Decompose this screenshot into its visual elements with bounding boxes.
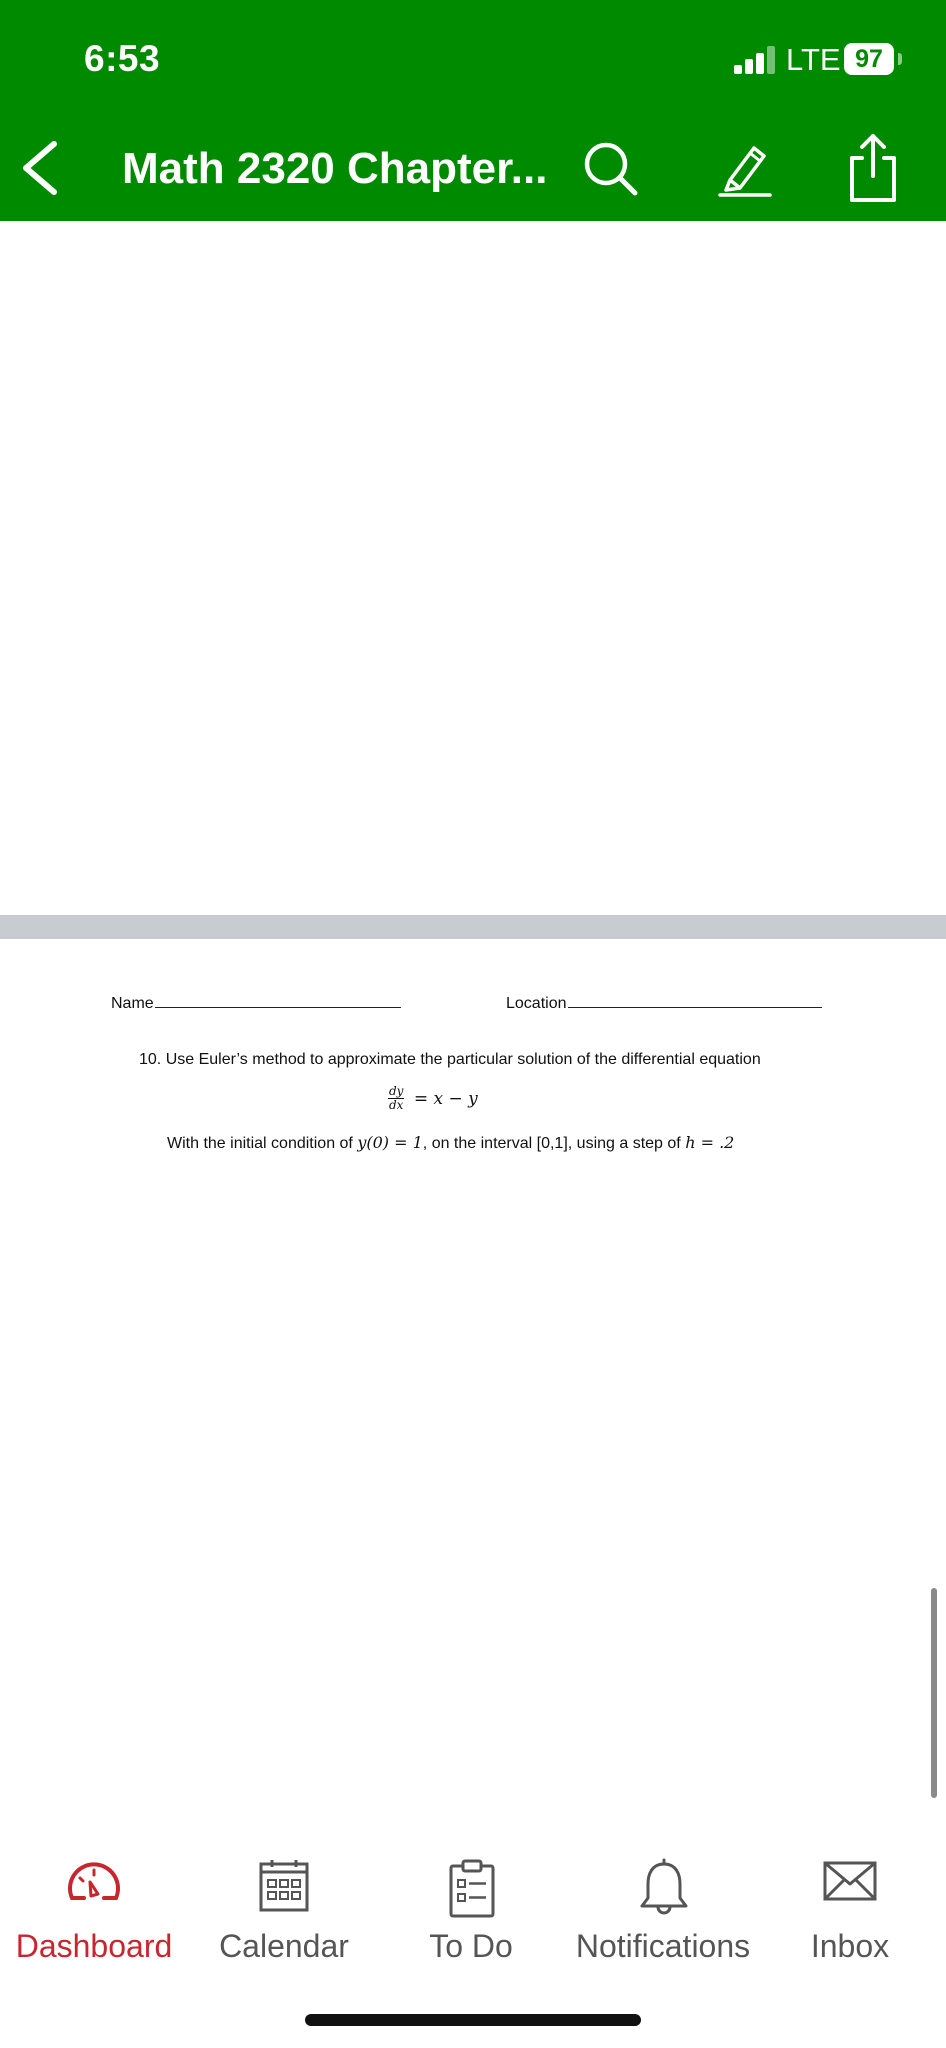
cellular-signal-icon [734,46,776,74]
search-button[interactable] [582,140,640,198]
page-divider [0,915,946,939]
derivative-fraction: dy dx [388,1084,405,1112]
page-title: Math 2320 Chapter... [122,144,548,193]
scrollbar[interactable] [931,1588,937,1798]
tab-calendar[interactable]: Calendar [204,1830,364,1970]
tab-label-inbox: Inbox [810,1928,890,1964]
bottom-tab-bar: Dashboard Calendar To Do Notifications I… [0,1830,946,1980]
equation-rhs: = x − y [413,1088,478,1109]
edit-button[interactable] [712,136,776,200]
chevron-left-icon [23,141,57,195]
tab-label-calendar: Calendar [219,1928,349,1964]
envelope-icon [823,1861,877,1901]
share-icon [850,134,896,202]
tab-todo[interactable]: To Do [412,1830,530,1970]
back-button[interactable] [14,136,66,200]
nav-bar: Math 2320 Chapter... [0,120,946,221]
document-page: Name Location 10. Use Euler’s method to … [0,939,946,1819]
search-icon [584,142,638,196]
network-type: LTE [786,42,841,77]
dashboard-gauge-icon [68,1862,120,1900]
tab-label-todo: To Do [429,1928,513,1964]
location-field: Location [506,994,822,1013]
bell-icon [640,1858,688,1915]
name-underline [154,994,401,1008]
step-size: h = .2 [685,1133,735,1152]
share-button[interactable] [844,130,902,206]
differential-equation: dy dx = x − y [388,1085,478,1112]
battery-icon: 97 [844,43,894,75]
condition-interval: , on the interval [0,1], using a step of [422,1135,686,1152]
tab-dashboard[interactable]: Dashboard [0,1830,188,1970]
fraction-denominator: dx [389,1098,404,1112]
condition-prefix: With the initial condition of [167,1135,358,1152]
location-underline [567,994,822,1008]
battery-tip [898,53,902,65]
initial-condition-text: With the initial condition of y(0) = 1, … [167,1133,734,1153]
tab-inbox[interactable]: Inbox [796,1830,904,1970]
question-text: 10. Use Euler’s method to approximate th… [139,1051,761,1068]
fraction-numerator: dy [388,1084,405,1099]
calendar-icon [259,1860,309,1912]
name-label: Name [111,995,154,1012]
status-time: 6:53 [84,38,161,79]
tab-label-notifications: Notifications [575,1928,751,1964]
location-label: Location [506,995,567,1012]
tab-notifications[interactable]: Notifications [560,1830,766,1970]
name-field: Name [111,994,401,1013]
home-indicator [305,2014,641,2026]
todo-clipboard-icon [449,1859,495,1918]
pen-icon [718,146,772,197]
document-page-blank [0,221,946,915]
tab-label-dashboard: Dashboard [15,1928,173,1964]
status-bar: 6:53 LTE 97 [0,0,946,120]
initial-value: y(0) = 1 [357,1133,423,1152]
app-header: 6:53 LTE 97 Math 2320 Chapter... [0,0,946,221]
